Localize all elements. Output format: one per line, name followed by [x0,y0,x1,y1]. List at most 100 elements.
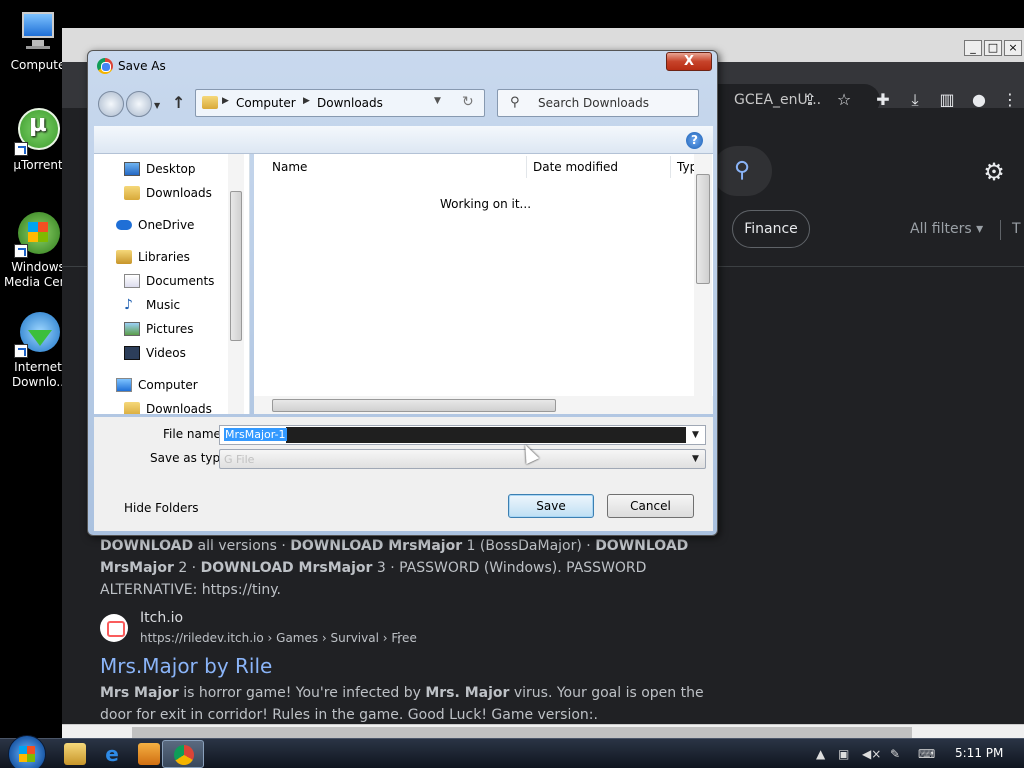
bookmark-star-icon[interactable]: ☆ [834,90,854,110]
extensions-icon[interactable]: ✚ [873,90,893,110]
savetype-select[interactable] [219,449,706,469]
downloads-icon[interactable]: ⤓ [905,90,925,110]
media-player-icon[interactable] [138,743,160,765]
onedrive-icon [116,220,132,230]
result-title-link[interactable]: Mrs.Major by Rile [100,654,272,678]
status-working: Working on it... [440,197,532,211]
chrome-icon [97,58,113,74]
internet-explorer-icon[interactable]: e [101,743,123,765]
chevron-down-icon[interactable]: ▼ [692,430,699,440]
command-bar: ? [94,126,713,154]
settings-gear-icon[interactable]: ⚙ [980,158,1008,186]
scrollbar-thumb[interactable] [132,727,912,738]
explorer-taskbar-icon[interactable] [64,743,86,765]
result-url[interactable]: https://riledev.itch.io › Games › Surviv… [140,631,417,645]
breadcrumb-downloads[interactable]: Downloads [317,96,383,110]
nav-item-label: Desktop [146,162,196,176]
more-options-icon[interactable]: ⋮ [392,630,406,646]
chevron-down-icon[interactable]: ▼ [434,96,441,106]
chevron-down-icon[interactable]: ▼ [692,454,699,464]
column-header-name[interactable]: Name [272,160,307,174]
snippet-bold-text: DOWNLOAD [100,538,194,554]
profile-icon[interactable]: ● [969,90,989,110]
search-icon: ⚲ [733,158,751,183]
column-divider[interactable] [670,156,671,178]
downloads-folder-icon [124,402,140,414]
search-button[interactable]: ⚲ [712,146,772,196]
dialog-close-button[interactable]: X [666,52,712,71]
nav-item-label: OneDrive [138,218,195,232]
address-bar[interactable]: ▶ Computer ▶ Downloads ▼ ↻ [195,89,485,117]
forward-button[interactable] [126,91,152,117]
shortcut-arrow-icon [14,142,28,156]
breadcrumb-arrow-icon[interactable]: ▶ [222,96,229,106]
snippet-bold-text: Mrs. Major [425,685,510,701]
chrome-icon [174,745,194,765]
refresh-icon[interactable]: ↻ [462,94,474,110]
all-filters-button[interactable]: All filters ▾ [910,221,983,237]
filter-chip-finance[interactable]: Finance [732,210,810,248]
menu-icon[interactable]: ⋮ [1000,90,1020,110]
side-panel-icon[interactable]: ▥ [937,90,957,110]
breadcrumb-arrow-icon[interactable]: ▶ [303,96,310,106]
keyboard-icon[interactable]: ⌨ [918,747,935,761]
share-icon[interactable]: ⇪ [800,90,820,110]
help-icon[interactable]: ? [686,132,703,149]
desktop: Compute µ µTorrent Windows Media Cent In… [0,0,1024,768]
snippet-text: all versions · [193,538,291,554]
save-button[interactable]: Save [508,494,594,518]
chrome-taskbar-button[interactable] [162,740,204,768]
snippet-text: is horror game! You're infected by [178,685,426,701]
pen-input-icon[interactable]: ✎ [890,747,900,761]
volume-muted-icon[interactable]: ◀× [862,747,881,761]
hide-folders-button[interactable]: Hide Folders [124,501,199,515]
scrollbar-thumb[interactable] [230,191,242,341]
folder-icon [202,96,218,109]
breadcrumb-computer[interactable]: Computer [236,96,296,110]
search-downloads-input[interactable]: ⚲ Search Downloads [497,89,699,117]
column-divider[interactable] [526,156,527,178]
snippet-text: 2 · [173,560,201,576]
tools-button[interactable]: T [1012,221,1021,237]
divider [1000,220,1001,240]
all-filters-label: All filters [910,221,972,237]
back-button[interactable] [98,91,124,117]
network-icon[interactable]: ▣ [838,747,849,761]
chevron-down-icon: ▾ [976,221,984,237]
column-header-date-modified[interactable]: Date modified [533,160,618,174]
result-snippet: DOWNLOAD all versions · DOWNLOAD MrsMajo… [100,535,710,601]
scrollbar-thumb[interactable] [696,174,710,284]
filename-value: MrsMajor-1 [224,428,287,441]
music-icon: ♪ [124,297,133,313]
taskbar-clock[interactable]: 5:11 PM [955,746,1003,760]
minimize-button[interactable]: _ [964,40,982,56]
pictures-icon [124,322,140,336]
maximize-button[interactable]: □ [984,40,1002,56]
snippet-bold-text: DOWNLOAD MrsMajor [290,538,463,554]
window-controls: _ □ × [964,40,1022,56]
snippet-bold-text: Mrs Major [100,685,179,701]
scrollbar-thumb[interactable] [272,399,556,412]
downloads-folder-icon [124,186,140,200]
shortcut-arrow-icon [14,244,28,258]
nav-item-label: Documents [146,274,215,288]
nav-item-label: Pictures [146,322,194,336]
dialog-title: Save As [118,59,166,73]
up-arrow-icon[interactable]: ↑ [172,93,185,112]
result-site-name[interactable]: Itch.io [140,610,183,626]
close-window-button[interactable]: × [1004,40,1022,56]
hide-folders-label: Hide Folders [124,501,199,515]
cancel-button[interactable]: Cancel [607,494,694,518]
navigation-pane: Desktop ⚲ Downloads ⚲ OneDrive Libraries… [94,154,250,414]
recent-locations-dropdown[interactable]: ▼ [154,101,160,110]
start-button[interactable] [8,735,46,768]
file-list-horizontal-scrollbar[interactable] [254,396,713,414]
show-hidden-icons[interactable]: ▲ [816,747,825,761]
computer-icon [116,378,132,392]
windows-media-center-icon [14,210,62,258]
nav-item-label: Computer [138,378,198,392]
filename-selection [286,427,686,443]
save-as-dialog: Save As X ▼ ↑ ▶ Computer ▶ Downloads ▼ ↻… [87,50,718,536]
taskbar: e ▲ ▣ ◀× ✎ ⌨ 5:11 PM [0,735,1024,768]
desktop-icon [124,162,140,176]
